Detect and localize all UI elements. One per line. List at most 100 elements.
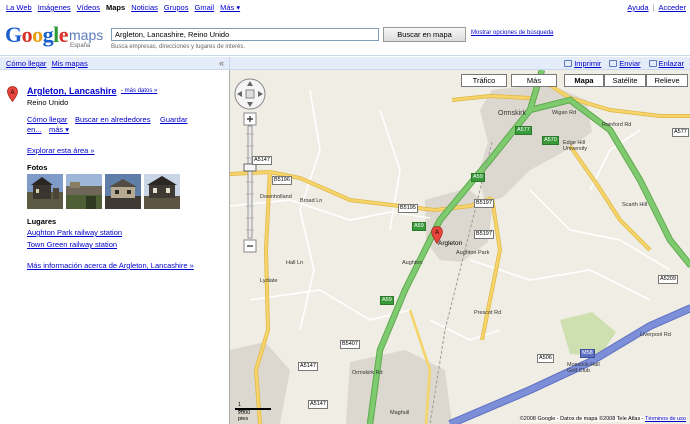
road-b5197-north: B5197 <box>474 199 494 208</box>
save-in-link[interactable]: en... <box>27 125 42 134</box>
email-label: Enviar <box>619 59 641 68</box>
nav-images[interactable]: Imágenes <box>38 3 71 12</box>
terms-link[interactable]: Términos de uso <box>645 416 686 422</box>
more-data-link[interactable]: - más datos » <box>121 88 157 94</box>
email-button[interactable]: Enviar <box>609 59 641 68</box>
link-label: Enlazar <box>658 59 684 68</box>
print-label: Imprimir <box>574 59 602 68</box>
more-button[interactable]: Más <box>511 74 557 87</box>
road-b5196: B5196 <box>272 176 292 185</box>
printer-icon <box>564 60 573 67</box>
road-a5147-south-2: A5147 <box>308 400 328 409</box>
label-ormskirk: Ormskirk <box>498 110 526 117</box>
logo-maps-text: maps <box>69 27 104 43</box>
road-a59-south: A59 <box>380 296 394 305</box>
pin-letter: A <box>435 230 439 236</box>
label-liverpool-rd: Liverpool Rd <box>640 332 671 338</box>
map-type-terrain-button[interactable]: Relieve <box>646 74 688 87</box>
search-input[interactable] <box>111 28 379 41</box>
road-a5209: A5209 <box>658 275 678 284</box>
label-broad-ln: Broad Ln <box>300 198 323 204</box>
label-maghull: Maghull <box>390 410 410 416</box>
label-wigan-rd: Wigan Rd <box>552 110 577 116</box>
link-button[interactable]: Enlazar <box>648 59 684 68</box>
more-actions-link[interactable]: más ▾ <box>49 125 69 134</box>
label-mossock-hall: Mossock Hall Golf Club <box>567 362 600 374</box>
road-a506: A506 <box>537 354 554 363</box>
search-options-link[interactable]: Mostrar opciones de búsqueda <box>471 30 553 36</box>
pin-label-argleton: Argleton <box>438 240 463 247</box>
photo-thumbnail[interactable] <box>144 174 180 209</box>
place-link-aughton-park[interactable]: Aughton Park railway station <box>27 228 122 237</box>
sidebar: A Argleton, Lancashire - más datos » Rei… <box>0 70 229 424</box>
map-copyright: ©2008 Google - Datos de mapa ©2008 Tele … <box>519 416 686 422</box>
marker-a-icon: A <box>7 86 18 102</box>
explore-area-link[interactable]: Explorar esta área » <box>27 146 95 155</box>
scale-ft: 2000 pies <box>238 410 251 422</box>
photos-label: Fotos <box>27 163 48 172</box>
label-scarth-hill: Scarth Hill <box>622 202 648 208</box>
label-hall-ln: Hall Ln <box>286 260 304 266</box>
search-nearby-link[interactable]: Buscar en alrededores <box>75 115 150 124</box>
collapse-sidebar-button[interactable]: « <box>219 58 224 68</box>
map-toolbar: Imprimir Enviar Enlazar <box>229 57 690 70</box>
label-aughton: Aughton <box>402 260 423 266</box>
directions-link[interactable]: Cómo llegar <box>27 115 67 124</box>
map-type-satellite-button[interactable]: Satélite <box>604 74 646 87</box>
nav-web[interactable]: La Web <box>6 3 32 12</box>
save-link[interactable]: Guardar <box>160 115 188 124</box>
photo-thumbnail[interactable] <box>105 174 141 209</box>
label-edge-hill: Edge Hill University <box>563 140 588 152</box>
pan-center-icon <box>245 89 255 99</box>
traffic-button[interactable]: Tráfico <box>461 74 507 87</box>
print-button[interactable]: Imprimir <box>564 59 601 68</box>
road-a577-east: A577 <box>672 128 689 137</box>
top-navigation: La Web Imágenes Vídeos Maps Noticias Gru… <box>0 0 690 14</box>
nav-maps: Maps <box>106 3 126 12</box>
my-maps-tab[interactable]: Mis mapas <box>51 59 87 68</box>
help-link[interactable]: Ayuda <box>627 3 648 12</box>
places-label: Lugares <box>27 217 57 226</box>
nav-groups[interactable]: Grupos <box>164 3 189 12</box>
road-b5197-south: B5197 <box>474 230 494 239</box>
directions-tab[interactable]: Cómo llegar <box>6 59 46 68</box>
marker-letter: A <box>10 90 14 96</box>
label-downholland: Downholland <box>260 194 292 200</box>
photo-thumbnail[interactable] <box>27 174 63 209</box>
nav-separator: | <box>652 3 655 12</box>
google-maps-logo[interactable]: Google maps España <box>5 22 109 54</box>
map-canvas[interactable]: Tráfico Más Mapa Satélite Relieve Ormski… <box>229 70 690 424</box>
nav-news[interactable]: Noticias <box>131 3 158 12</box>
nav-videos[interactable]: Vídeos <box>77 3 100 12</box>
search-button[interactable]: Buscar en mapa <box>383 27 466 42</box>
label-rainford-rd: Rainford Rd <box>602 122 632 128</box>
place-title[interactable]: Argleton, Lancashire <box>27 86 117 96</box>
pan-control[interactable] <box>234 78 266 110</box>
place-link-town-green[interactable]: Town Green railway station <box>27 240 117 249</box>
logo-country: España <box>70 43 91 49</box>
more-info-link[interactable]: Más información acerca de Argleton, Lanc… <box>27 261 194 270</box>
road-b5407: B5407 <box>340 340 360 349</box>
chain-link-icon <box>648 60 657 67</box>
services-nav: La Web Imágenes Vídeos Maps Noticias Gru… <box>6 3 240 12</box>
envelope-icon <box>609 60 618 67</box>
road-a577: A577 <box>515 126 532 135</box>
copyright-text: ©2008 Google - Datos de mapa ©2008 Tele … <box>519 416 644 422</box>
account-nav: Ayuda | Acceder <box>627 3 686 12</box>
road-m58: M58 <box>580 349 595 358</box>
zoom-control[interactable] <box>243 112 257 254</box>
nav-more[interactable]: Más ▾ <box>220 3 240 12</box>
header: Google maps España Buscar en mapa Mostra… <box>0 14 690 56</box>
photo-thumbnail[interactable] <box>66 174 102 209</box>
road-a570: A570 <box>542 136 559 145</box>
place-subtitle: Reino Unido <box>27 98 69 107</box>
road-a5147-south: A5147 <box>298 362 318 371</box>
road-a59-center: A59 <box>412 222 426 231</box>
sign-in-link[interactable]: Acceder <box>658 3 686 12</box>
label-lydiate: Lydiate <box>260 278 278 284</box>
label-aughton-park: Aughton Park <box>456 250 490 256</box>
map-type-map-button[interactable]: Mapa <box>564 74 604 87</box>
nav-gmail[interactable]: Gmail <box>194 3 214 12</box>
search-hint: Busca empresas, direcciones y lugares de… <box>111 44 246 50</box>
road-a59-north: A59 <box>471 173 485 182</box>
